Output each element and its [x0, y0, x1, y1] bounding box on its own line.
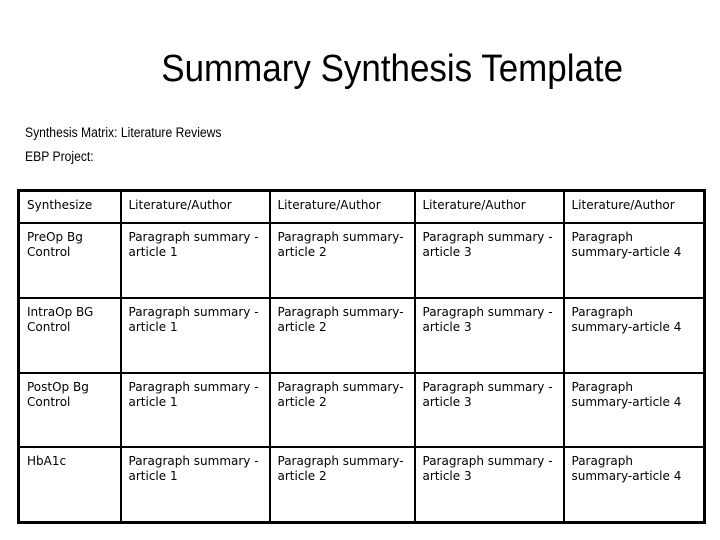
- synthesis-matrix-table: Synthesize Literature/Author Literature/…: [17, 189, 706, 524]
- summary-cell: Paragraph summary-article 2: [268, 371, 416, 449]
- page-title: Summary Synthesis Template: [161, 48, 624, 90]
- matrix-subtitle: Synthesis Matrix: Literature Reviews: [25, 125, 222, 140]
- summary-cell: Paragraph summary-article 2: [268, 446, 416, 524]
- table-row: PreOp Bg Control Paragraph summary -arti…: [17, 222, 706, 299]
- row-topic-cell: PostOp Bg Control: [17, 371, 122, 449]
- header-cell-synthesize: Synthesize: [17, 189, 122, 225]
- table-row: IntraOp BG Control Paragraph summary -ar…: [17, 296, 706, 374]
- table-row: PostOp Bg Control Paragraph summary -art…: [17, 371, 706, 449]
- summary-cell: Paragraph summary-article 2: [268, 296, 416, 374]
- header-cell-literature: Literature/Author: [119, 189, 271, 225]
- row-topic-cell: IntraOp BG Control: [17, 296, 122, 374]
- summary-cell: Paragraph summary -article 3: [413, 446, 565, 524]
- row-topic-cell: PreOp Bg Control: [17, 222, 122, 299]
- header-cell-literature: Literature/Author: [562, 189, 706, 225]
- header-cell-literature: Literature/Author: [268, 189, 416, 225]
- summary-cell: Paragraph summary -article 1: [119, 371, 271, 449]
- table-row: HbA1c Paragraph summary -article 1 Parag…: [17, 446, 706, 524]
- row-topic-cell: HbA1c: [17, 446, 122, 524]
- summary-cell: Paragraph summary -article 3: [413, 222, 565, 299]
- summary-cell: Paragraph summary -article 1: [119, 222, 271, 299]
- summary-cell: Paragraph summary -article 1: [119, 296, 271, 374]
- summary-cell: Paragraph summary -article 3: [413, 296, 565, 374]
- summary-cell: Paragraph summary -article 1: [119, 446, 271, 524]
- summary-cell: Paragraph summary-article 4: [562, 222, 706, 299]
- summary-cell: Paragraph summary-article 4: [562, 296, 706, 374]
- summary-cell: Paragraph summary-article 4: [562, 371, 706, 449]
- summary-cell: Paragraph summary-article 2: [268, 222, 416, 299]
- project-label: EBP Project:: [25, 149, 94, 164]
- summary-cell: Paragraph summary-article 4: [562, 446, 706, 524]
- summary-cell: Paragraph summary -article 3: [413, 371, 565, 449]
- table-header-row: Synthesize Literature/Author Literature/…: [17, 189, 706, 225]
- header-cell-literature: Literature/Author: [413, 189, 565, 225]
